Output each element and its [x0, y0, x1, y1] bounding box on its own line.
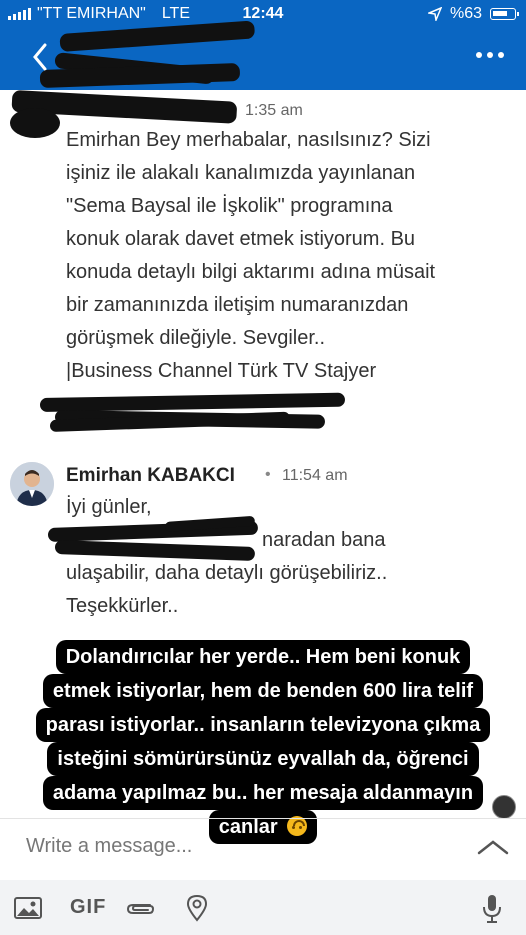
attachment-icon[interactable] [124, 899, 156, 917]
message-timestamp: 11:54 am [282, 467, 348, 484]
image-icon[interactable] [14, 897, 42, 919]
attachment-toolbar: GIF [0, 880, 526, 935]
message-line: "Sema Baysal ile İşkolik" programına [66, 195, 393, 217]
message-line: |Business Channel Türk TV Stajyer [66, 360, 377, 382]
location-arrow-icon [427, 7, 442, 21]
story-badge-icon [492, 795, 516, 819]
message-line: görüşmek dileğiyle. Sevgiler.. [66, 327, 326, 349]
separator-dot: • [265, 466, 271, 483]
message-line: ulaşabilir, daha detaylı görüşebiliriz.. [66, 562, 388, 584]
caption-line: Dolandırıcılar her yerde.. Hem beni konu… [55, 640, 471, 674]
message-body: Emirhan Bey merhabalar, nasılsınız? Sizi… [66, 124, 506, 388]
chevron-left-icon[interactable] [30, 42, 50, 72]
caption-line: parası istiyorlar.. insanların televizyo… [35, 708, 491, 742]
composer-divider [0, 818, 526, 819]
message-body: İyi günler, naradan bana ulaşabilir, dah… [66, 491, 506, 623]
avatar[interactable] [10, 462, 54, 506]
message-line: Teşekkürler.. [66, 595, 179, 617]
message-line: işiniz ile alakalı kanalımızda yayınlana… [66, 162, 416, 184]
chevron-up-icon[interactable] [476, 838, 510, 856]
status-bar: "TT EMIRHAN" LTE 12:44 %63 [0, 0, 526, 30]
status-right: %63 [427, 5, 519, 23]
caption-line: etmek istiyorlar, hem de benden 600 lira… [42, 674, 484, 708]
sender-name[interactable]: Emirhan KABAKCI [66, 465, 235, 487]
story-caption: Dolandırıcılar her yerde.. Hem beni konu… [20, 640, 506, 844]
battery-icon [490, 8, 519, 20]
message-line: İyi günler, [66, 496, 152, 518]
caption-line: isteğini sömürürsünüz eyvallah da, öğren… [47, 742, 479, 776]
message-line: konuda detaylı bilgi aktarımı adına müsa… [66, 261, 436, 283]
avatar-image [10, 462, 54, 506]
message-line: bir zamanınızda iletişim numaranızdan [66, 294, 409, 316]
message-line: Emirhan Bey merhabalar, nasılsınız? Sizi [66, 129, 431, 151]
message-timestamp: 1:35 am [245, 102, 303, 119]
caption-line: adama yapılmaz bu.. her mesaja aldanmayı… [42, 776, 484, 810]
more-dots-icon[interactable] [476, 52, 504, 58]
location-icon[interactable] [186, 894, 208, 922]
message-input[interactable] [24, 828, 448, 864]
microphone-icon[interactable] [482, 894, 502, 924]
message-line: konuk olarak davet etmek istiyorum. Bu [66, 228, 416, 250]
gif-icon[interactable]: GIF [70, 896, 106, 919]
battery-percent: %63 [449, 5, 482, 22]
